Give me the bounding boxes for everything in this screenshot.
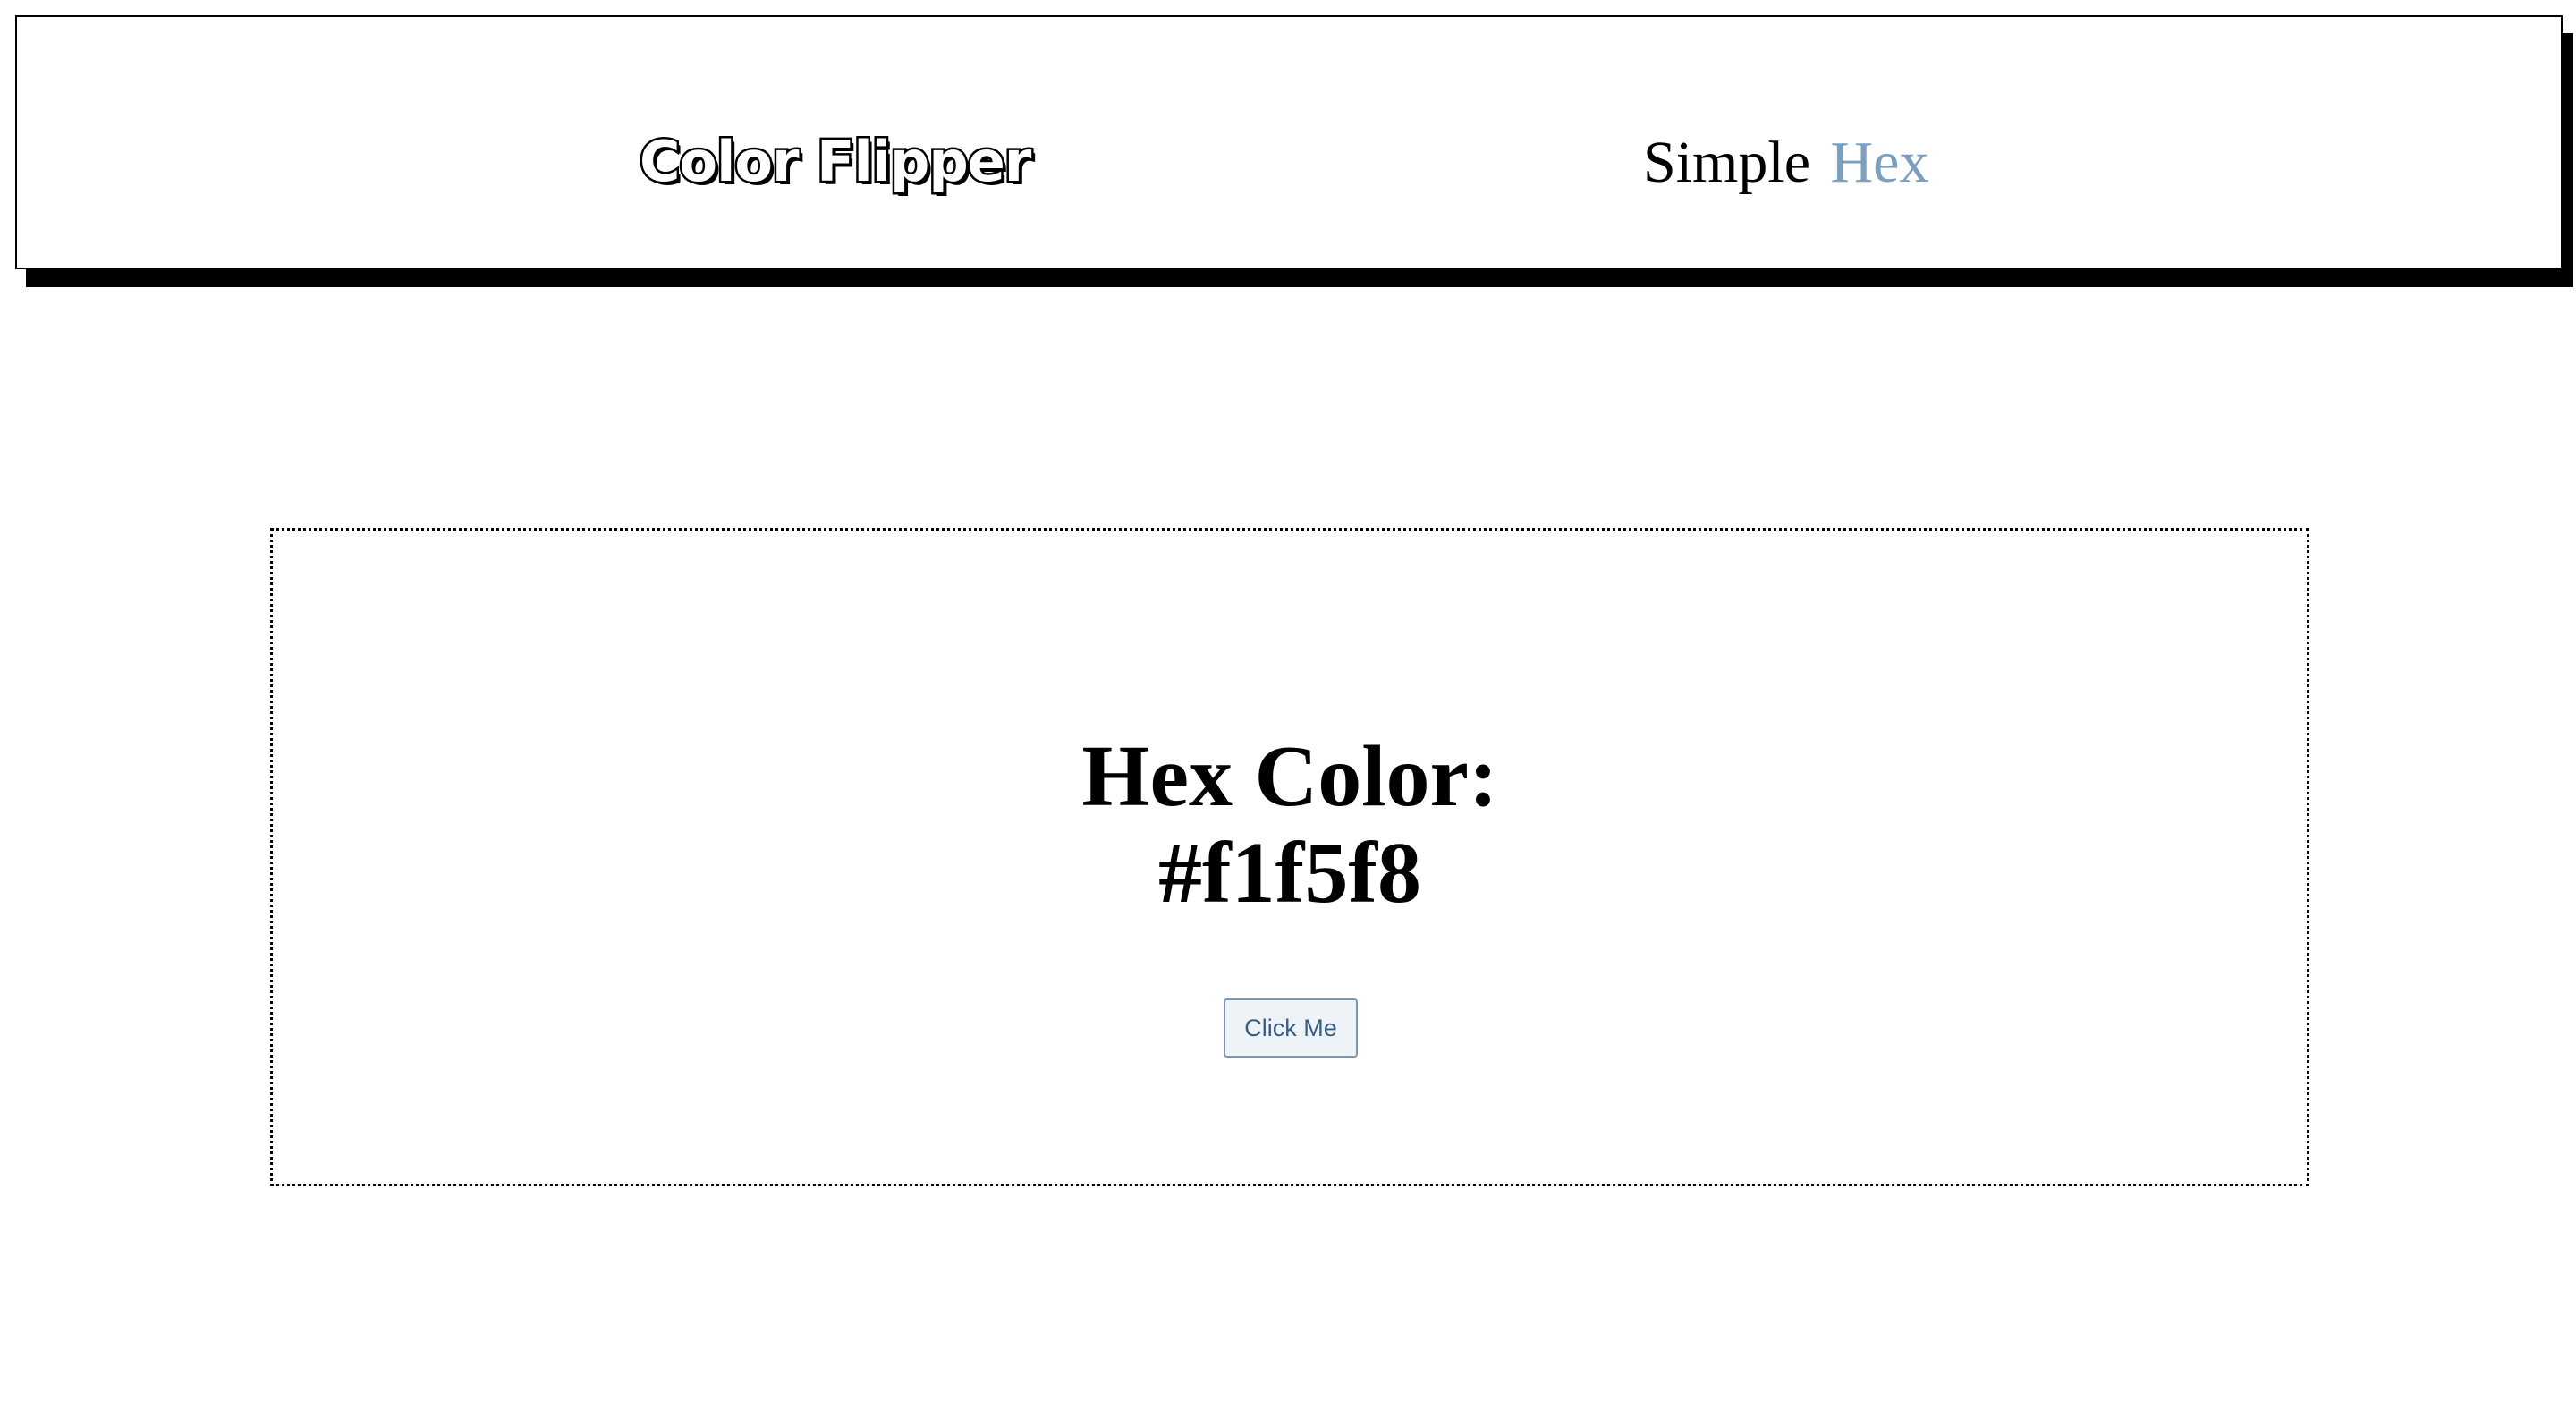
color-heading: Hex Color: #f1f5f8 — [273, 728, 2307, 922]
nav-links: Simple Hex — [1643, 123, 1928, 203]
color-value: #f1f5f8 — [1158, 825, 1421, 922]
nav-link-hex[interactable]: Hex — [1831, 130, 1929, 195]
click-me-button[interactable]: Click Me — [1224, 998, 1358, 1058]
navbar: Color Flipper Simple Hex — [15, 15, 2563, 269]
color-heading-label: Hex Color: — [1081, 728, 1498, 825]
nav-link-simple[interactable]: Simple — [1643, 130, 1810, 195]
logo: Color Flipper — [638, 127, 1034, 197]
color-card: Hex Color: #f1f5f8 Click Me — [270, 528, 2309, 1186]
